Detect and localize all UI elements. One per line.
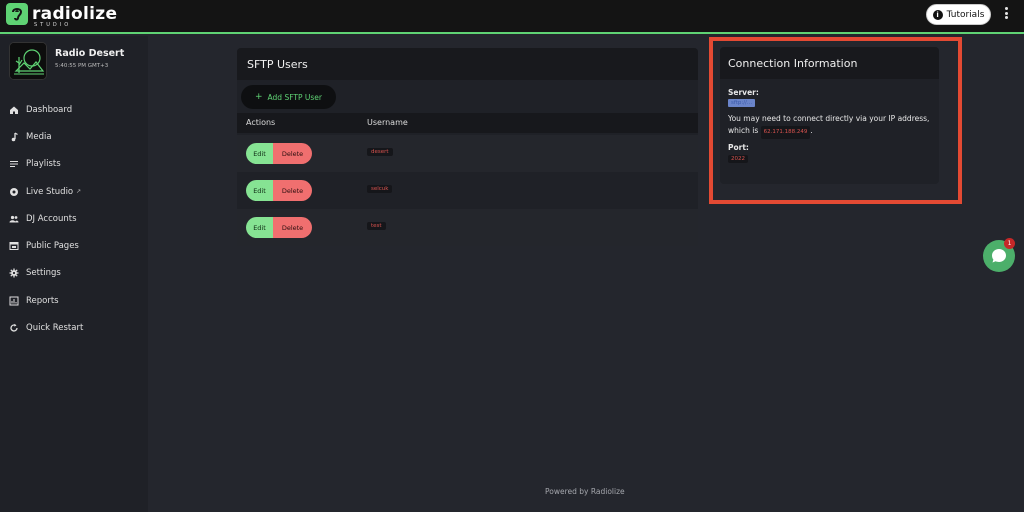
sidebar-item-label: Quick Restart — [26, 323, 84, 334]
sidebar-item-dashboard[interactable]: Dashboard — [0, 96, 148, 123]
delete-button[interactable]: Delete — [273, 217, 312, 238]
table-header: Actions Username — [237, 113, 698, 133]
ear-logo-icon — [6, 3, 28, 25]
sidebar-item-label: DJ Accounts — [26, 213, 77, 224]
station-name: Radio Desert — [55, 48, 125, 59]
plus-icon: + — [255, 92, 263, 102]
sidebar-item-label: Live Studio — [26, 186, 74, 197]
username-value: desert — [367, 148, 393, 156]
table-row: Edit Delete desert — [237, 135, 698, 172]
delete-button[interactable]: Delete — [273, 143, 312, 164]
sidebar-item-live-studio[interactable]: Live Studio ↗ — [0, 178, 148, 205]
kebab-menu-icon[interactable] — [1003, 7, 1009, 21]
music-note-icon — [9, 132, 19, 142]
sftp-users-title: SFTP Users — [237, 48, 698, 80]
tutorials-button[interactable]: i Tutorials — [926, 4, 991, 25]
edit-button[interactable]: Edit — [246, 143, 273, 164]
sidebar-item-label: Media — [26, 131, 52, 142]
tutorials-label: Tutorials — [946, 9, 985, 20]
station-logo — [9, 42, 47, 80]
top-bar: radiolize STUDIO i Tutorials — [0, 0, 1024, 34]
playlist-icon — [9, 159, 19, 169]
sftp-users-card: SFTP Users + Add SFTP User Actions Usern… — [237, 48, 698, 246]
external-link-icon: ↗ — [76, 188, 82, 196]
delete-button[interactable]: Delete — [273, 180, 312, 201]
record-icon — [9, 187, 19, 197]
sidebar-item-settings[interactable]: Settings — [0, 260, 148, 287]
gear-icon — [9, 268, 19, 278]
sidebar-item-label: Settings — [26, 268, 61, 279]
users-icon — [9, 214, 19, 224]
column-header-username: Username — [367, 118, 408, 127]
footer-text: Powered by Radiolize — [545, 487, 625, 496]
sidebar-item-public-pages[interactable]: Public Pages — [0, 232, 148, 259]
username-value: selcuk — [367, 185, 393, 193]
sidebar-item-playlists[interactable]: Playlists — [0, 151, 148, 178]
sidebar-item-media[interactable]: Media — [0, 123, 148, 150]
sidebar-item-quick-restart[interactable]: Quick Restart — [0, 314, 148, 341]
brand-sub: STUDIO — [34, 22, 72, 28]
add-sftp-user-label: Add SFTP User — [267, 92, 322, 102]
chat-notification-badge: 1 — [1004, 238, 1015, 249]
edit-button[interactable]: Edit — [246, 217, 273, 238]
chat-bubble-icon — [992, 249, 1006, 263]
add-sftp-user-button[interactable]: + Add SFTP User — [241, 85, 336, 109]
sidebar-nav: Dashboard Media Playlists Live Studio ↗ … — [0, 96, 148, 342]
sidebar-item-label: Reports — [26, 295, 59, 306]
username-value: test — [367, 222, 386, 230]
annotation-highlight-box — [709, 37, 962, 204]
brand-name: radiolize — [32, 3, 118, 24]
column-header-actions: Actions — [246, 118, 276, 127]
sidebar-item-label: Dashboard — [26, 104, 73, 115]
edit-button[interactable]: Edit — [246, 180, 273, 201]
table-row: Edit Delete test — [237, 209, 698, 246]
table-row: Edit Delete selcuk — [237, 172, 698, 209]
restart-icon — [9, 323, 19, 333]
browser-icon — [9, 241, 19, 251]
sidebar-item-label: Playlists — [26, 159, 61, 170]
info-icon: i — [932, 9, 943, 20]
chart-icon — [9, 296, 19, 306]
sidebar-item-reports[interactable]: Reports — [0, 287, 148, 314]
home-icon — [9, 105, 19, 115]
sidebar-item-label: Public Pages — [26, 241, 79, 252]
station-header: Radio Desert 5:40:55 PM GMT+3 — [9, 42, 124, 80]
sidebar: Radio Desert 5:40:55 PM GMT+3 Dashboard … — [0, 36, 148, 512]
sidebar-item-dj-accounts[interactable]: DJ Accounts — [0, 205, 148, 232]
station-time: 5:40:55 PM GMT+3 — [55, 63, 109, 69]
